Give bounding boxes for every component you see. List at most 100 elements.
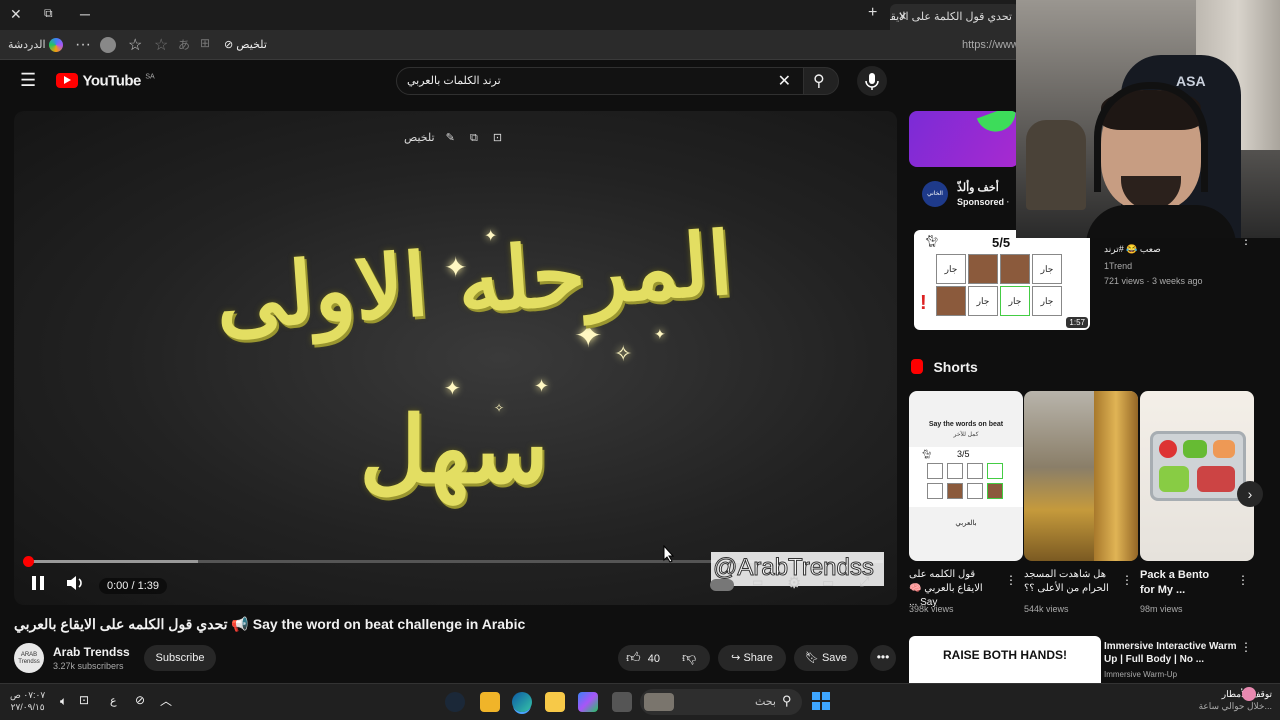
headset-icon <box>1094 82 1208 192</box>
taskbar-search-placeholder: بحث <box>755 696 776 708</box>
youtube-play-icon <box>56 73 78 89</box>
more-vert-icon[interactable]: ⋮ <box>1121 573 1133 587</box>
mouse-cursor-icon <box>663 545 675 563</box>
copilot-app-icon[interactable] <box>578 692 598 712</box>
minimize-window-icon[interactable]: ─ <box>80 6 90 22</box>
browser-tab[interactable]: ✕ تحدي قول الكلمة على الايقاع بال <box>890 4 1020 30</box>
new-tab-icon[interactable]: + <box>868 4 877 22</box>
recommended-thumbnail[interactable]: 5/5 🐈︎ ! جار جار جار جار جار 1:57 <box>914 230 1090 330</box>
thumb-cell: جار <box>1000 286 1030 316</box>
shorts-next-button[interactable]: › <box>1237 481 1263 507</box>
short-thumb-score: 3/5 <box>957 449 970 459</box>
webcam-lantern <box>1026 120 1086 210</box>
extensions-icon[interactable]: ⊞ <box>200 36 210 50</box>
store-icon[interactable] <box>480 692 500 712</box>
volume-button[interactable] <box>64 572 86 594</box>
channel-avatar[interactable]: ARAB Trendss <box>14 643 44 673</box>
ad-avatar[interactable]: الخاني <box>922 181 948 207</box>
meta-separator: · <box>1006 197 1010 207</box>
like-button[interactable]: 👍︎ 40 <box>626 649 660 666</box>
taskbar-search[interactable]: بحث ⚲ <box>640 689 802 715</box>
subscribe-button[interactable]: Subscribe <box>144 645 216 671</box>
next-video-title[interactable]: Immersive Interactive Warm Up | Full Bod… <box>1104 640 1238 666</box>
share-button[interactable]: ↪ Share <box>718 645 786 671</box>
restore-window-icon[interactable]: ⧉ <box>44 6 53 21</box>
more-menu-icon[interactable]: ··· <box>75 36 91 54</box>
more-vert-icon[interactable]: ⋮ <box>1240 640 1252 654</box>
network-icon[interactable]: ⊡ <box>79 693 89 707</box>
next-video-thumbnail[interactable]: RAISE BOTH HANDS! <box>909 636 1101 683</box>
next-video-channel[interactable]: Immersive Warm-Up <box>1104 670 1177 679</box>
summarize-icon: ⊘ <box>224 39 234 51</box>
microphone-icon <box>865 73 879 90</box>
input-language[interactable]: ع <box>110 694 117 707</box>
theater-mode-icon[interactable]: ▭ <box>822 575 834 591</box>
short-title-3[interactable]: Pack a Bento for My ... <box>1140 568 1220 598</box>
channel-name[interactable]: Arab Trendss <box>53 645 130 659</box>
thumb-cell: جار <box>1032 254 1062 284</box>
sparkle-icon: ✦ <box>534 376 550 396</box>
screenshot-icon[interactable]: ⊡ <box>493 132 502 144</box>
subscriber-count: 3.27k subscribers <box>53 661 124 671</box>
short-thumbnail-2[interactable] <box>1024 391 1138 561</box>
overlay-summarize-label[interactable]: تلخيص <box>404 132 435 144</box>
search-button[interactable]: ⚲ <box>803 67 839 95</box>
windows-start-icon[interactable] <box>812 692 830 710</box>
short-thumbnail-3[interactable] <box>1140 391 1254 561</box>
share-label: Share <box>743 652 773 664</box>
steam-icon[interactable] <box>445 692 465 712</box>
search-icon: ⚲ <box>782 693 792 708</box>
clock[interactable]: ٠٧:٠٧ ص ٢٧/٠٩/١٥ <box>10 689 45 713</box>
next-video-thumb-text: RAISE BOTH HANDS! <box>942 648 1067 662</box>
ad-banner[interactable] <box>909 111 1019 167</box>
more-vert-icon[interactable]: ⋮ <box>1237 573 1249 587</box>
fullscreen-icon[interactable]: ⤢ <box>859 574 869 590</box>
bento-food <box>1197 466 1235 492</box>
pause-button[interactable] <box>28 573 48 593</box>
edit-icon[interactable]: ✎ <box>446 132 455 144</box>
pip-icon[interactable]: ⧉ <box>470 132 478 144</box>
recommended-title[interactable]: صعب 😂 #ترند <box>1104 244 1254 255</box>
recommended-channel[interactable]: 1Trend <box>1104 261 1132 271</box>
clear-search-icon[interactable]: ✕ <box>778 71 791 91</box>
autoplay-toggle[interactable] <box>710 579 734 591</box>
ad-title[interactable]: أخف وألذّ <box>957 181 999 194</box>
youtube-logo[interactable]: YouTube SA <box>56 72 155 90</box>
progress-scrubber[interactable] <box>23 556 34 567</box>
subtitles-icon[interactable]: ▭ <box>752 575 763 589</box>
favorite-star-icon[interactable]: ☆ <box>128 35 142 55</box>
youtube-logo-text: YouTube <box>82 72 141 90</box>
more-horizontal-icon: ••• <box>876 650 890 664</box>
app-window-icon[interactable] <box>612 692 632 712</box>
search-input[interactable]: ترند الكلمات بالعربي ✕ <box>396 67 804 95</box>
short-thumbnail-1[interactable]: Say the words on beat كمل للآخر 3/5 🐈︎ ب… <box>909 391 1023 561</box>
weather-icon <box>1242 687 1256 701</box>
profile-icon[interactable] <box>100 37 116 53</box>
short-thumb-building <box>1094 391 1138 561</box>
more-actions-button[interactable]: ••• <box>870 645 896 671</box>
hamburger-menu-icon[interactable]: ☰ <box>20 70 36 91</box>
copilot-icon <box>48 38 63 53</box>
dislike-button[interactable]: 👎︎ <box>682 649 696 666</box>
short-title-2[interactable]: هل شاهدت المسجد الحرام من الأعلى ؟؟ <box>1024 568 1116 596</box>
speaker-icon[interactable]: 🔈︎ <box>60 694 67 709</box>
close-window-icon[interactable]: ✕ <box>10 6 22 23</box>
url-text[interactable]: https://www. <box>962 39 1021 51</box>
save-label: Save <box>821 652 848 664</box>
more-vert-icon[interactable]: ⋮ <box>1005 573 1017 587</box>
translate-icon[interactable]: あ <box>178 36 190 53</box>
file-explorer-icon[interactable] <box>545 692 565 712</box>
add-favorite-icon[interactable]: ☆ <box>154 35 168 55</box>
short-thumb-subheader: كمل للآخر <box>953 432 979 438</box>
save-button[interactable]: 🔖︎ Save <box>794 645 858 671</box>
mic-muted-icon[interactable]: ⊘ <box>135 693 145 707</box>
thumbs-up-icon: 👍︎ <box>626 649 641 665</box>
tray-overflow-icon[interactable]: ︿ <box>160 692 172 709</box>
summarize-button[interactable]: ⊘ تلخيص <box>224 38 267 51</box>
chevron-right-icon: › <box>1247 486 1253 502</box>
voice-search-button[interactable] <box>857 66 887 96</box>
chat-button[interactable]: الدردشة <box>8 38 63 53</box>
settings-gear-icon[interactable]: ⚙ <box>787 573 801 593</box>
video-player[interactable]: تلخيص ✎ ⧉ ⊡ ✦ ✦ ✦ ✧ ✦ ✦ ✦ ✧ المرحله الاو… <box>14 111 897 605</box>
edge-icon[interactable] <box>512 692 532 712</box>
